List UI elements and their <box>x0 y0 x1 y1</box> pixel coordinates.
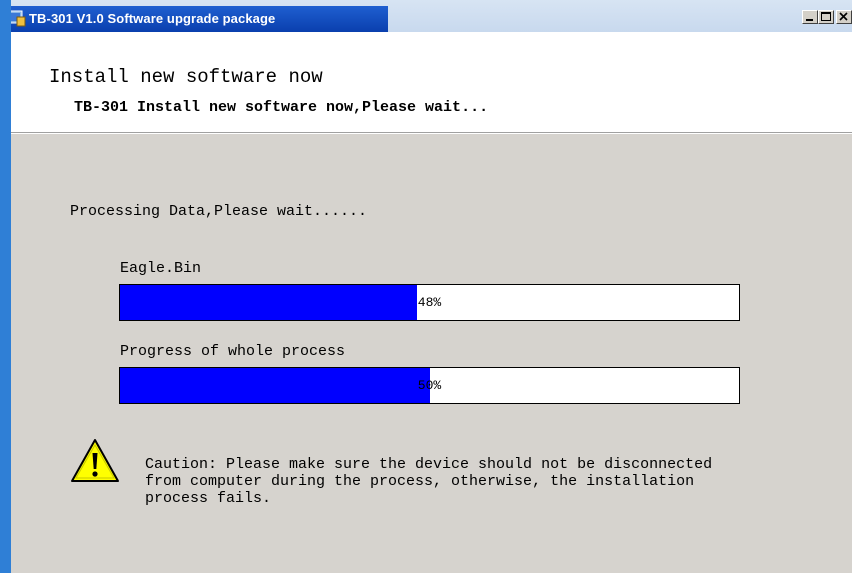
page-subtitle: TB-301 Install new software now,Please w… <box>74 99 489 116</box>
window-title: TB-301 V1.0 Software upgrade package <box>29 11 276 26</box>
installer-window: TB-301 V1.0 Software upgrade package Ins… <box>0 0 852 573</box>
caution-line: process fails. <box>145 490 272 507</box>
close-button[interactable] <box>836 10 852 24</box>
overall-progress-bar: 50% <box>119 367 740 404</box>
page-title: Install new software now <box>49 66 323 88</box>
file-progress-bar: 48% <box>119 284 740 321</box>
warning-icon <box>71 439 119 482</box>
window-left-border <box>0 0 11 573</box>
caution-line: Caution: Please make sure the device sho… <box>145 456 713 473</box>
wizard-header: Install new software now TB-301 Install … <box>11 32 852 132</box>
caution-line: from computer during the process, otherw… <box>145 473 695 490</box>
caution-message: Caution: Please make sure the device sho… <box>145 456 712 507</box>
minimize-icon <box>806 19 813 21</box>
close-icon <box>839 12 848 21</box>
file-progress-percent: 48% <box>417 295 442 310</box>
processing-status-text: Processing Data,Please wait...... <box>70 203 368 220</box>
minimize-button[interactable] <box>802 10 818 24</box>
maximize-button[interactable] <box>818 10 834 24</box>
overall-progress-percent: 50% <box>417 378 442 393</box>
title-bar[interactable]: TB-301 V1.0 Software upgrade package <box>0 0 852 32</box>
maximize-icon <box>821 12 831 21</box>
overall-progress-label: Progress of whole process <box>120 343 346 360</box>
file-progress-label: Eagle.Bin <box>120 260 202 277</box>
